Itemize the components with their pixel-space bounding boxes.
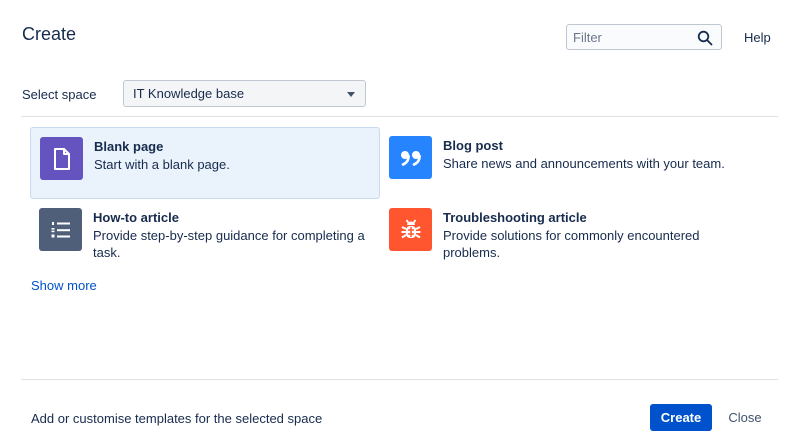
template-description: Share news and announcements with your t…: [443, 156, 725, 171]
quote-icon: [389, 136, 432, 179]
template-title: Blog post: [443, 138, 503, 153]
space-select[interactable]: IT Knowledge base: [123, 80, 366, 107]
show-more-link[interactable]: Show more: [31, 278, 97, 293]
document-icon: [40, 137, 83, 180]
help-link[interactable]: Help: [744, 30, 771, 45]
bug-icon: [389, 208, 432, 251]
numbered-list-icon: [39, 208, 82, 251]
select-space-label: Select space: [22, 87, 97, 102]
customise-templates-link[interactable]: Add or customise templates for the selec…: [31, 411, 322, 426]
create-button[interactable]: Create: [650, 404, 712, 431]
dialog-title: Create: [22, 24, 77, 44]
close-button[interactable]: Close: [722, 404, 768, 431]
filter-input[interactable]: [567, 25, 691, 49]
template-blog-post[interactable]: Blog post Share news and announcements w…: [380, 127, 730, 199]
divider-bottom: [21, 379, 778, 380]
filter-field[interactable]: [566, 24, 722, 50]
space-select-value: IT Knowledge base: [133, 86, 245, 101]
template-description: Provide solutions for commonly encounter…: [443, 228, 700, 260]
template-title: How-to article: [93, 210, 179, 225]
template-description: Start with a blank page.: [94, 157, 230, 172]
template-description: Provide step-by-step guidance for comple…: [93, 228, 365, 260]
search-icon[interactable]: [697, 30, 713, 46]
template-title: Blank page: [94, 139, 164, 154]
template-troubleshooting-article[interactable]: Troubleshooting article Provide solution…: [380, 199, 730, 271]
template-how-to-article[interactable]: How-to article Provide step-by-step guid…: [30, 199, 380, 271]
chevron-down-icon: [347, 92, 355, 97]
template-title: Troubleshooting article: [443, 210, 587, 225]
template-blank-page[interactable]: Blank page Start with a blank page.: [30, 127, 380, 199]
divider-top: [21, 116, 778, 117]
